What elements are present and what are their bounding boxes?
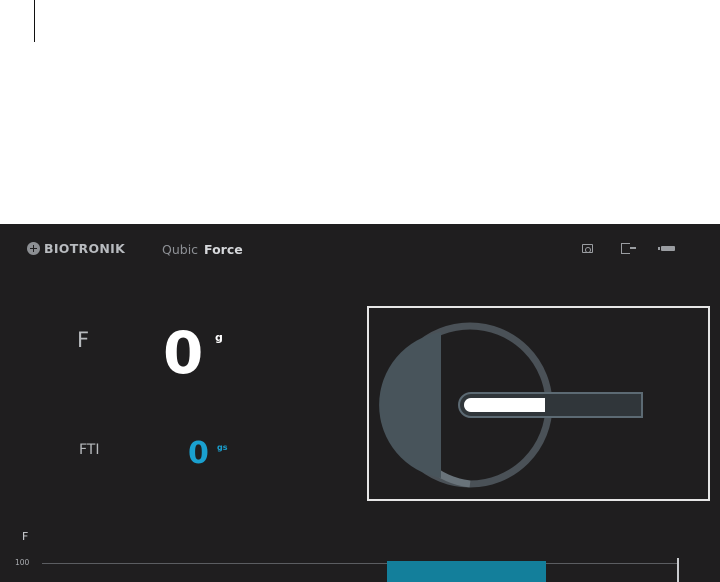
catheter-tip: [464, 398, 545, 412]
force-unit: g: [215, 331, 223, 344]
force-value: 0: [163, 319, 204, 387]
contact-segment: [379, 332, 441, 478]
fti-unit: gs: [217, 443, 228, 452]
brand-name: BIOTRONIK: [44, 241, 126, 256]
fti-label: FTI: [79, 442, 100, 458]
exit-icon[interactable]: [621, 243, 636, 254]
catheter-graphic: [379, 322, 643, 488]
product-name: Force: [204, 242, 243, 257]
crop-mark: [34, 0, 35, 42]
product-title: Qubic Force: [162, 242, 243, 257]
fti-value: 0: [188, 436, 209, 471]
force-label: F: [77, 328, 90, 352]
y-tick-label: 100: [15, 558, 30, 567]
force-bar: [387, 561, 546, 582]
biotronik-logo-icon: [27, 242, 40, 255]
product-prefix: Qubic: [162, 242, 199, 257]
chart-axis-label: F: [22, 530, 29, 543]
chart-cursor: [677, 558, 679, 582]
camera-icon[interactable]: [582, 244, 593, 253]
brand: BIOTRONIK: [27, 241, 125, 256]
app-window: BIOTRONIK Qubic Force F 0 g FTI 0 gs F 1…: [0, 224, 720, 582]
chart-gridline: [42, 563, 678, 564]
catheter-orientation-panel: [367, 306, 710, 501]
battery-icon: [658, 246, 675, 251]
